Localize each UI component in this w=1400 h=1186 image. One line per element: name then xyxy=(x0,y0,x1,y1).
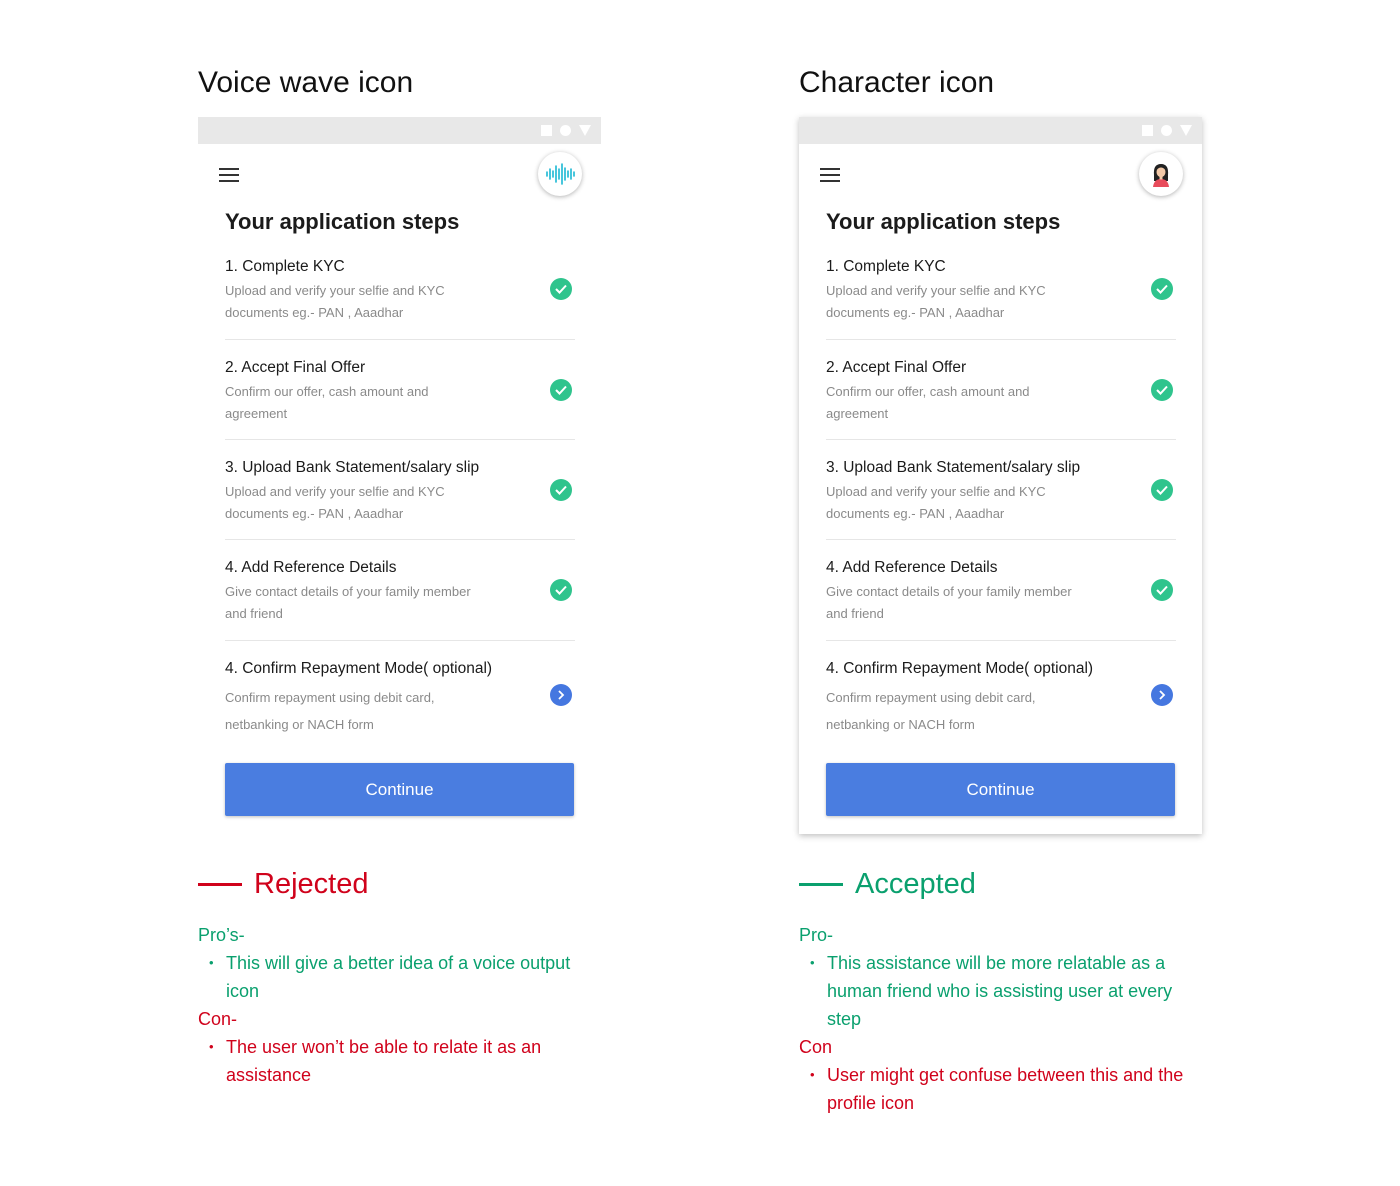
step-item[interactable]: 2. Accept Final Offer Confirm our offer,… xyxy=(826,359,1176,425)
step-description: Give contact details of your family memb… xyxy=(826,584,1072,621)
step-item[interactable]: 1. Complete KYC Upload and verify your s… xyxy=(225,258,575,324)
step-title: 3. Upload Bank Statement/salary slip xyxy=(225,459,480,476)
step-title: 3. Upload Bank Statement/salary slip xyxy=(826,459,1081,476)
step-description: Upload and verify your selfie and KYC do… xyxy=(225,283,445,320)
divider xyxy=(225,439,575,440)
step-title: 4. Confirm Repayment Mode( optional) xyxy=(826,660,1094,677)
divider xyxy=(826,539,1176,540)
pro-list: This assistance will be more relatable a… xyxy=(799,949,1203,1033)
verdict-label: Rejected xyxy=(254,868,369,900)
step-title: 2. Accept Final Offer xyxy=(826,359,967,376)
con-list: The user won’t be able to relate it as a… xyxy=(198,1033,602,1089)
recents-icon xyxy=(1142,125,1153,136)
page-title: Your application steps xyxy=(826,209,1061,234)
con-label: Con- xyxy=(198,1009,238,1029)
chevron-right-icon xyxy=(1151,684,1173,706)
step-description: Upload and verify your selfie and KYC do… xyxy=(826,283,1046,320)
continue-button[interactable]: Continue xyxy=(225,763,574,816)
phone-mockup: Your application steps 1. Complete KYC U… xyxy=(198,117,601,816)
con-item: User might get confuse between this and … xyxy=(810,1061,1203,1117)
voice-wave-icon[interactable] xyxy=(538,152,582,196)
check-icon xyxy=(550,278,572,300)
step-title: 1. Complete KYC xyxy=(225,258,345,275)
column-title: Character icon xyxy=(799,66,995,99)
status-bar xyxy=(198,117,601,144)
hamburger-menu-icon[interactable] xyxy=(820,168,840,182)
divider xyxy=(826,640,1176,641)
pro-label: Pro- xyxy=(799,925,834,945)
divider xyxy=(225,339,575,340)
notes: Pro- This assistance will be more relata… xyxy=(799,921,1203,1117)
check-icon xyxy=(1151,278,1173,300)
column-title: Voice wave icon xyxy=(198,66,414,99)
pro-list: This will give a better idea of a voice … xyxy=(198,949,602,1005)
step-item[interactable]: 3. Upload Bank Statement/salary slip Upl… xyxy=(225,459,575,525)
pro-item: This assistance will be more relatable a… xyxy=(810,949,1203,1033)
back-icon xyxy=(579,125,591,136)
verdict: Accepted xyxy=(799,868,976,901)
hamburger-menu-icon[interactable] xyxy=(219,168,239,182)
step-description: Upload and verify your selfie and KYC do… xyxy=(225,484,445,521)
recents-icon xyxy=(541,125,552,136)
step-item[interactable]: 3. Upload Bank Statement/salary slip Upl… xyxy=(826,459,1176,525)
step-item[interactable]: 1. Complete KYC Upload and verify your s… xyxy=(826,258,1176,324)
verdict-line xyxy=(198,883,242,886)
notes: Pro’s- This will give a better idea of a… xyxy=(198,921,602,1089)
step-title: 4. Confirm Repayment Mode( optional) xyxy=(225,660,493,677)
step-title: 4. Add Reference Details xyxy=(826,559,998,576)
step-description: Confirm our offer, cash amount and agree… xyxy=(826,384,1030,421)
divider xyxy=(225,539,575,540)
divider xyxy=(826,339,1176,340)
step-item[interactable]: 4. Confirm Repayment Mode( optional) Con… xyxy=(826,660,1176,738)
divider xyxy=(826,439,1176,440)
home-icon xyxy=(1161,125,1172,136)
step-item[interactable]: 4. Add Reference Details Give contact de… xyxy=(225,559,575,625)
con-list: User might get confuse between this and … xyxy=(799,1061,1203,1117)
home-icon xyxy=(560,125,571,136)
step-description: Confirm our offer, cash amount and agree… xyxy=(225,384,429,421)
continue-button[interactable]: Continue xyxy=(826,763,1175,816)
verdict-label: Accepted xyxy=(855,868,976,900)
phone-mockup: Your application steps 1. Complete KYC U… xyxy=(799,117,1202,834)
con-label: Con xyxy=(799,1037,833,1057)
step-item[interactable]: 4. Confirm Repayment Mode( optional) Con… xyxy=(225,660,575,738)
step-description: Upload and verify your selfie and KYC do… xyxy=(826,484,1046,521)
verdict: Rejected xyxy=(198,868,368,901)
check-icon xyxy=(550,579,572,601)
con-item: The user won’t be able to relate it as a… xyxy=(209,1033,602,1089)
step-item[interactable]: 2. Accept Final Offer Confirm our offer,… xyxy=(225,359,575,425)
step-title: 1. Complete KYC xyxy=(826,258,946,275)
step-title: 4. Add Reference Details xyxy=(225,559,397,576)
step-title: 2. Accept Final Offer xyxy=(225,359,366,376)
check-icon xyxy=(1151,379,1173,401)
verdict-line xyxy=(799,883,843,886)
step-item[interactable]: 4. Add Reference Details Give contact de… xyxy=(826,559,1176,625)
step-description: Give contact details of your family memb… xyxy=(225,584,471,621)
chevron-right-icon xyxy=(550,684,572,706)
check-icon xyxy=(1151,579,1173,601)
check-icon xyxy=(550,379,572,401)
pro-item: This will give a better idea of a voice … xyxy=(209,949,602,1005)
check-icon xyxy=(550,479,572,501)
status-bar xyxy=(799,117,1202,144)
divider xyxy=(225,640,575,641)
check-icon xyxy=(1151,479,1173,501)
page-title: Your application steps xyxy=(225,209,460,234)
back-icon xyxy=(1180,125,1192,136)
step-description: Confirm repayment using debit card, netb… xyxy=(826,690,1036,732)
pro-label: Pro’s- xyxy=(198,925,245,945)
character-avatar-icon[interactable] xyxy=(1139,152,1183,196)
step-description: Confirm repayment using debit card, netb… xyxy=(225,690,435,732)
